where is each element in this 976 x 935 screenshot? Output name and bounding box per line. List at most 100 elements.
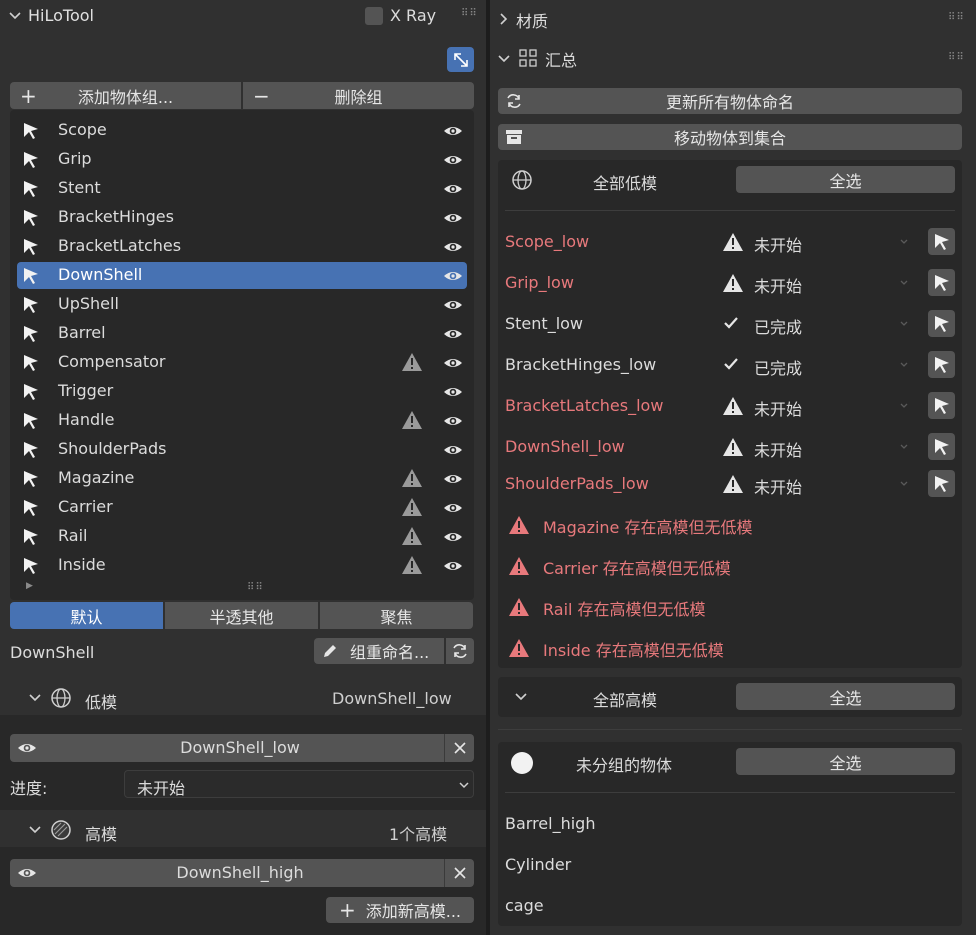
- eye-icon[interactable]: [443, 208, 463, 228]
- move-to-collection-button[interactable]: 移动物体到集合: [498, 124, 962, 150]
- eye-icon[interactable]: [443, 295, 463, 315]
- view-tab[interactable]: 聚焦: [320, 602, 473, 629]
- eye-icon[interactable]: [443, 527, 463, 547]
- select-object-button[interactable]: [928, 228, 955, 255]
- list-item[interactable]: Carrier: [17, 494, 467, 521]
- list-item[interactable]: Compensator: [17, 349, 467, 376]
- chevron-down-icon[interactable]: [899, 401, 909, 411]
- eye-icon[interactable]: [443, 353, 463, 373]
- list-item[interactable]: Scope: [17, 117, 467, 144]
- eye-icon[interactable]: [443, 237, 463, 257]
- select-object-button[interactable]: [928, 433, 955, 460]
- eye-icon[interactable]: [443, 498, 463, 518]
- eye-icon[interactable]: [443, 121, 463, 141]
- warning-icon: [722, 474, 744, 494]
- list-item[interactable]: BracketHinges: [17, 204, 467, 231]
- chevron-down-icon[interactable]: [899, 237, 909, 247]
- view-tab[interactable]: 默认: [10, 602, 163, 629]
- chevron-down-icon[interactable]: [899, 479, 909, 489]
- drag-grip-icon[interactable]: ⠿⠿: [461, 8, 478, 19]
- select-all-low-button[interactable]: 全选: [736, 166, 955, 193]
- collapse-chevron-icon[interactable]: [8, 9, 22, 23]
- material-chevron-icon[interactable]: [498, 12, 510, 26]
- list-item[interactable]: UpShell: [17, 291, 467, 318]
- select-object-button[interactable]: [928, 470, 955, 497]
- divider: [505, 210, 955, 211]
- list-item[interactable]: Magazine: [17, 465, 467, 492]
- select-all-ungrouped-button[interactable]: 全选: [736, 748, 955, 775]
- list-item[interactable]: Trigger: [17, 378, 467, 405]
- sync-selection-button[interactable]: [447, 47, 474, 72]
- list-item[interactable]: DownShell: [17, 262, 467, 289]
- plus-icon: +: [338, 898, 356, 922]
- eye-icon[interactable]: [443, 469, 463, 489]
- cursor-icon: [22, 267, 40, 285]
- list-item[interactable]: Rail: [17, 523, 467, 550]
- status-select[interactable]: 未开始: [754, 396, 802, 420]
- high-count: 1个高模: [389, 825, 448, 844]
- view-tab[interactable]: 半透其他: [165, 602, 318, 629]
- all-high-chevron-icon[interactable]: [514, 690, 528, 704]
- drag-grip-icon[interactable]: ⠿⠿: [948, 52, 965, 63]
- progress-select[interactable]: 未开始: [124, 770, 474, 798]
- list-item[interactable]: ShoulderPads: [17, 436, 467, 463]
- list-item[interactable]: Inside: [17, 552, 467, 579]
- chevron-down-icon[interactable]: [899, 442, 909, 452]
- status-select[interactable]: 已完成: [754, 314, 802, 338]
- drag-grip-icon[interactable]: ⠿⠿: [948, 12, 965, 23]
- status-select[interactable]: 已完成: [754, 355, 802, 379]
- chevron-down-icon[interactable]: [899, 360, 909, 370]
- status-select[interactable]: 未开始: [754, 232, 802, 256]
- select-all-high-button[interactable]: 全选: [736, 683, 955, 710]
- object-name: UpShell: [58, 294, 119, 313]
- list-resize-grip-icon[interactable]: ⠿⠿: [247, 582, 264, 593]
- status-select[interactable]: 未开始: [754, 437, 802, 461]
- eye-icon[interactable]: [443, 150, 463, 170]
- add-high-button[interactable]: + 添加新高模...: [326, 897, 474, 923]
- eye-icon[interactable]: [443, 440, 463, 460]
- select-object-button[interactable]: [928, 392, 955, 419]
- eye-icon[interactable]: [443, 324, 463, 344]
- warning-icon: [401, 468, 423, 488]
- refresh-name-button[interactable]: [446, 638, 474, 664]
- eye-icon[interactable]: [443, 411, 463, 431]
- object-name: Grip: [58, 149, 92, 168]
- eye-icon[interactable]: [443, 179, 463, 199]
- eye-icon[interactable]: [443, 556, 463, 576]
- warning-icon: [508, 556, 530, 576]
- object-name: Handle: [58, 410, 115, 429]
- select-object-button[interactable]: [928, 310, 955, 337]
- add-group-button[interactable]: + 添加物体组...: [10, 82, 241, 109]
- select-object-button[interactable]: [928, 351, 955, 378]
- list-item[interactable]: BracketLatches: [17, 233, 467, 260]
- high-section-chevron-icon[interactable]: [28, 823, 42, 837]
- low-object-name: BracketHinges_low: [505, 355, 657, 374]
- list-item[interactable]: Handle: [17, 407, 467, 434]
- update-names-button[interactable]: 更新所有物体命名: [498, 88, 962, 114]
- rename-group-button[interactable]: 组重命名...: [314, 638, 444, 664]
- select-object-button[interactable]: [928, 269, 955, 296]
- cursor-icon: [22, 470, 40, 488]
- warning-icon: [722, 437, 744, 457]
- chevron-down-icon[interactable]: [899, 278, 909, 288]
- globe-icon: [50, 687, 72, 709]
- eye-icon[interactable]: [443, 382, 463, 402]
- object-name: ShoulderPads: [58, 439, 167, 458]
- list-item[interactable]: Stent: [17, 175, 467, 202]
- delete-group-button[interactable]: − 删除组: [243, 82, 474, 109]
- cursor-icon: [22, 528, 40, 546]
- chevron-down-icon[interactable]: [899, 319, 909, 329]
- link-arrows-icon: [453, 52, 468, 67]
- low-section-chevron-icon[interactable]: [28, 691, 42, 705]
- list-item[interactable]: Grip: [17, 146, 467, 173]
- status-select[interactable]: 未开始: [754, 273, 802, 297]
- list-expand-arrow-icon[interactable]: ▶: [26, 581, 33, 591]
- xray-checkbox[interactable]: [365, 7, 383, 25]
- eye-icon[interactable]: [443, 266, 463, 286]
- list-item[interactable]: Barrel: [17, 320, 467, 347]
- high-object-field[interactable]: DownShell_high: [10, 859, 474, 887]
- warning-icon: [401, 497, 423, 517]
- low-object-field[interactable]: DownShell_low: [10, 734, 474, 762]
- status-select[interactable]: 未开始: [754, 474, 802, 498]
- summary-chevron-icon[interactable]: [497, 52, 511, 66]
